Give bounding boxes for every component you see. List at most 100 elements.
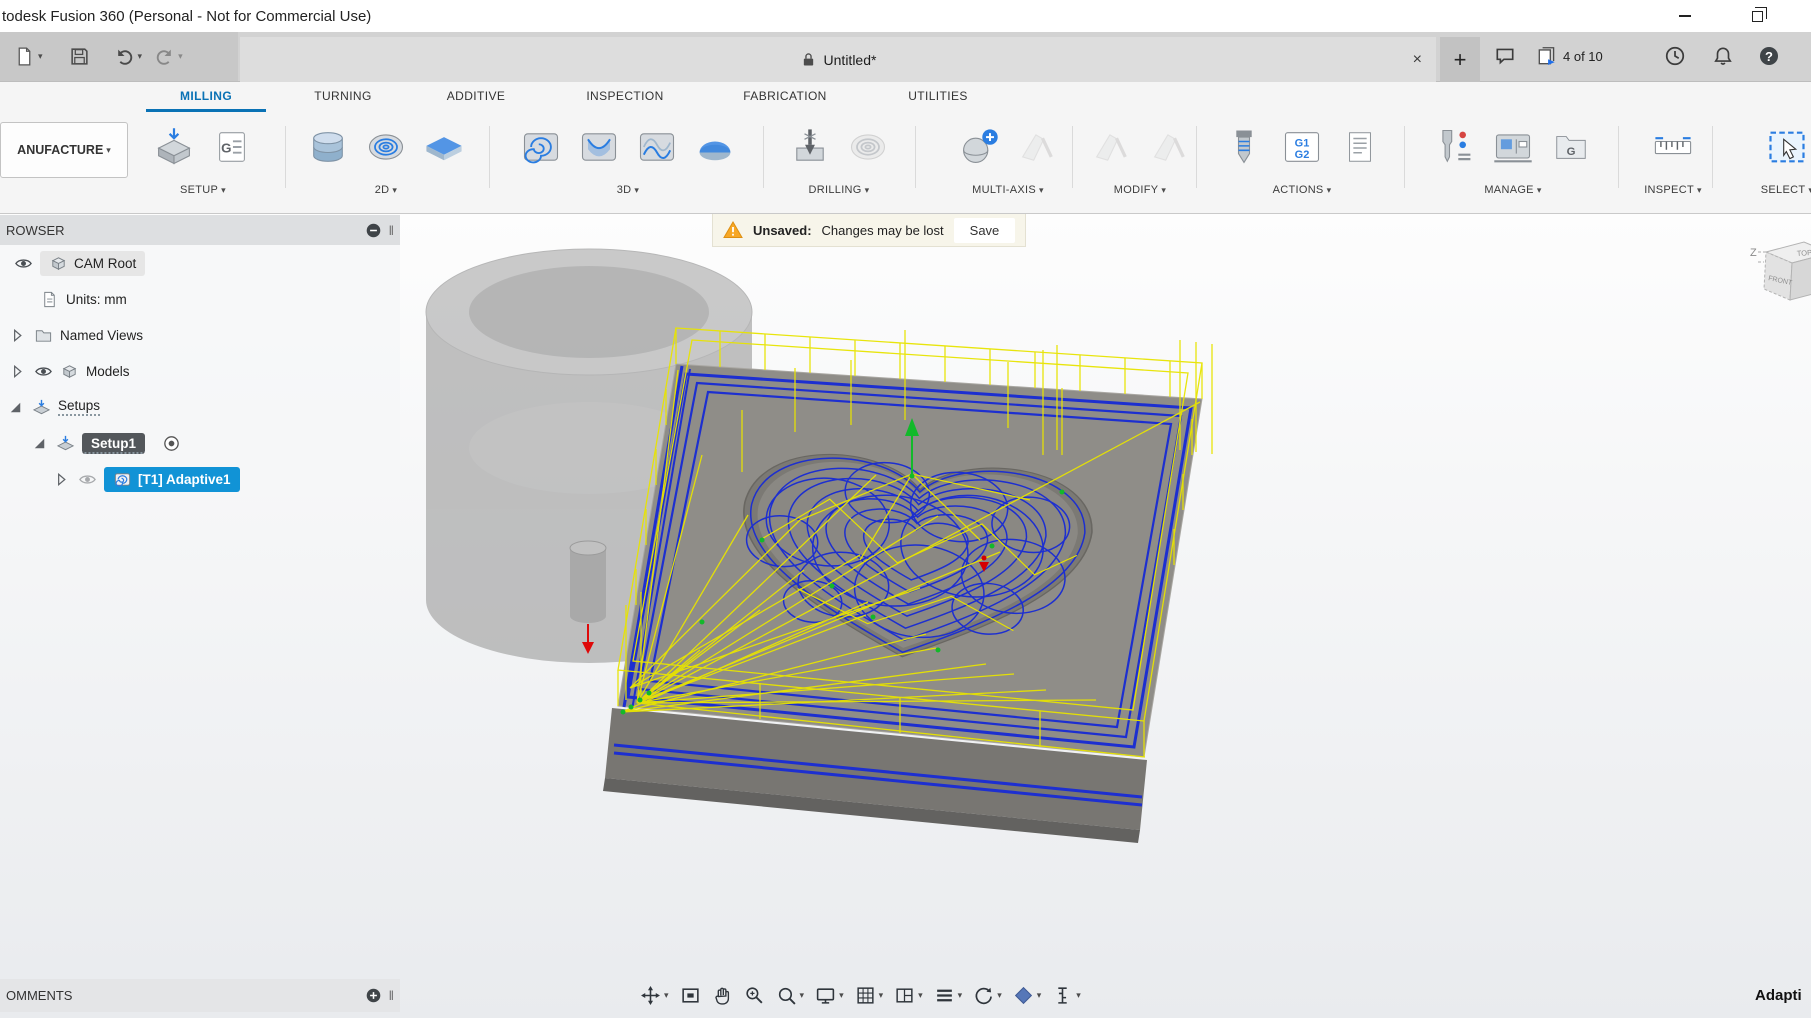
document-tab[interactable]: Untitled* × bbox=[240, 37, 1436, 82]
steep-and-shallow-button[interactable] bbox=[628, 118, 686, 176]
file-menu-button[interactable]: ▾ bbox=[10, 40, 47, 74]
browser-item-models[interactable]: Models bbox=[0, 353, 400, 389]
active-setup-radio-icon[interactable] bbox=[162, 434, 181, 453]
browser-item-cam-root[interactable]: CAM Root bbox=[0, 245, 400, 281]
post-process-button[interactable] bbox=[1215, 118, 1273, 176]
job-status-button[interactable]: 4 of 10 bbox=[1536, 45, 1603, 67]
chevron-down-icon: ▾ bbox=[38, 51, 43, 61]
group-label-3d[interactable]: 3D ▾ bbox=[617, 180, 640, 200]
group-label-multiaxis[interactable]: MULTI-AXIS ▾ bbox=[972, 180, 1044, 200]
save-button[interactable] bbox=[65, 40, 94, 74]
pocket-clearing-button[interactable] bbox=[570, 118, 628, 176]
group-label-2d[interactable]: 2D ▾ bbox=[375, 180, 398, 200]
look-at-button[interactable] bbox=[678, 983, 703, 1008]
view-cube[interactable]: Z TOP FRONT bbox=[1750, 241, 1811, 301]
comments-panel-header[interactable]: OMMENTS ‖ bbox=[0, 979, 400, 1012]
select-box-icon bbox=[1765, 125, 1809, 169]
generate-button[interactable] bbox=[1273, 118, 1331, 176]
pattern-button[interactable] bbox=[1140, 118, 1198, 176]
document-title: Untitled* bbox=[823, 51, 877, 68]
browser-item-setup1[interactable]: Setup1 bbox=[0, 425, 400, 461]
tab-utilities[interactable]: UTILITIES bbox=[878, 82, 998, 112]
panel-grip[interactable]: ‖ bbox=[389, 223, 394, 238]
effects-button[interactable]: ▾ bbox=[1011, 983, 1044, 1008]
zoom-button[interactable] bbox=[742, 983, 767, 1008]
browser-item-units[interactable]: Units: mm bbox=[0, 281, 400, 317]
zoom-window-button[interactable]: ▾ bbox=[774, 983, 807, 1008]
restore-button[interactable] bbox=[1734, 2, 1780, 30]
visibility-eye-off-icon[interactable] bbox=[78, 470, 97, 489]
group-modify: MODIFY ▾ bbox=[1078, 118, 1202, 212]
visibility-eye-icon[interactable] bbox=[34, 362, 53, 381]
redo-button[interactable]: ▾ bbox=[150, 40, 187, 74]
nc-program-button[interactable] bbox=[203, 118, 261, 176]
new-setup-button[interactable] bbox=[145, 118, 203, 176]
grid-snaps-button[interactable]: ▾ bbox=[853, 983, 886, 1008]
face-button[interactable] bbox=[415, 118, 473, 176]
minimize-button[interactable] bbox=[1662, 2, 1708, 30]
group-label-inspect[interactable]: INSPECT ▾ bbox=[1644, 180, 1702, 200]
trim-button[interactable] bbox=[1082, 118, 1140, 176]
setup1-selected-label[interactable]: Setup1 bbox=[82, 432, 146, 454]
collapse-arrow-icon[interactable] bbox=[30, 434, 49, 453]
expand-arrow-icon[interactable] bbox=[52, 470, 71, 489]
expand-arrow-icon[interactable] bbox=[8, 326, 27, 345]
measure-nav-button[interactable]: ▾ bbox=[1050, 983, 1083, 1008]
collapse-panel-icon[interactable] bbox=[365, 222, 382, 239]
browser-item-named-views[interactable]: Named Views bbox=[0, 317, 400, 353]
group-label-setup[interactable]: SETUP ▾ bbox=[180, 180, 226, 200]
notifications-button[interactable] bbox=[1712, 45, 1734, 67]
browser-item-adaptive1[interactable]: [T1] Adaptive1 bbox=[0, 461, 400, 497]
adaptive-clearing-button[interactable] bbox=[512, 118, 570, 176]
tab-fabrication[interactable]: FABRICATION bbox=[725, 82, 845, 112]
group-drilling: DRILLING ▾ bbox=[776, 118, 902, 212]
measure-button[interactable] bbox=[1644, 118, 1702, 176]
display-settings-button[interactable]: ▾ bbox=[813, 983, 846, 1008]
tab-additive[interactable]: ADDITIVE bbox=[416, 82, 536, 112]
collapse-arrow-icon[interactable] bbox=[6, 398, 25, 417]
group-label-manage[interactable]: MANAGE ▾ bbox=[1484, 180, 1541, 200]
panel-grip[interactable]: ‖ bbox=[389, 988, 394, 1003]
tool-library-button[interactable] bbox=[1426, 118, 1484, 176]
tab-turning[interactable]: TURNING bbox=[283, 82, 403, 112]
drill-button[interactable] bbox=[781, 118, 839, 176]
flat-button[interactable] bbox=[686, 118, 744, 176]
group-label-select[interactable]: SELECT ▾ bbox=[1761, 180, 1811, 200]
visibility-eye-icon[interactable] bbox=[14, 254, 33, 273]
comments-button[interactable] bbox=[1494, 45, 1516, 67]
tab-milling[interactable]: MILLING bbox=[146, 82, 266, 112]
setup-sheet-button[interactable] bbox=[1331, 118, 1389, 176]
help-button[interactable]: ? bbox=[1758, 45, 1780, 67]
expand-panel-icon[interactable] bbox=[365, 987, 382, 1004]
application-bar: ▾ ▾ ▾ Untitled* × + 4 of 10 ? bbox=[0, 32, 1811, 82]
post-library-button[interactable] bbox=[1542, 118, 1600, 176]
hole-milling-button[interactable] bbox=[839, 118, 897, 176]
orbit-button[interactable]: ▾ bbox=[971, 983, 1004, 1008]
browser-item-setups[interactable]: Setups bbox=[0, 389, 400, 425]
hand-pan-button[interactable] bbox=[710, 983, 735, 1008]
expand-arrow-icon[interactable] bbox=[8, 362, 27, 381]
recent-activity-button[interactable] bbox=[1664, 45, 1686, 67]
multiaxis-contour-button[interactable] bbox=[950, 118, 1008, 176]
new-tab-button[interactable]: + bbox=[1440, 37, 1480, 82]
steps-button[interactable]: ▾ bbox=[932, 983, 965, 1008]
save-document-button[interactable]: Save bbox=[953, 217, 1016, 243]
tab-inspection[interactable]: INSPECTION bbox=[565, 82, 685, 112]
pan-button[interactable]: ▾ bbox=[638, 983, 671, 1008]
viewports-button[interactable]: ▾ bbox=[892, 983, 925, 1008]
group-label-drilling[interactable]: DRILLING ▾ bbox=[809, 180, 870, 200]
workspace-selector[interactable]: ANUFACTURE ▾ bbox=[0, 122, 128, 178]
group-label-actions[interactable]: ACTIONS ▾ bbox=[1273, 180, 1332, 200]
2d-pocket-button[interactable] bbox=[357, 118, 415, 176]
pattern-icon bbox=[1147, 125, 1191, 169]
machine-library-button[interactable] bbox=[1484, 118, 1542, 176]
measure-icon bbox=[1052, 985, 1073, 1006]
undo-button[interactable]: ▾ bbox=[110, 40, 147, 74]
selection-tools-button[interactable] bbox=[1758, 118, 1811, 176]
group-label-modify[interactable]: MODIFY ▾ bbox=[1114, 180, 1166, 200]
2d-turning-button[interactable] bbox=[299, 118, 357, 176]
adaptive1-selected-label[interactable]: [T1] Adaptive1 bbox=[104, 466, 240, 492]
close-tab-button[interactable]: × bbox=[1413, 51, 1422, 68]
3d-viewport[interactable]: Z TOP FRONT Unsaved: Changes may be lost… bbox=[0, 214, 1811, 1018]
swarf-button[interactable] bbox=[1008, 118, 1066, 176]
